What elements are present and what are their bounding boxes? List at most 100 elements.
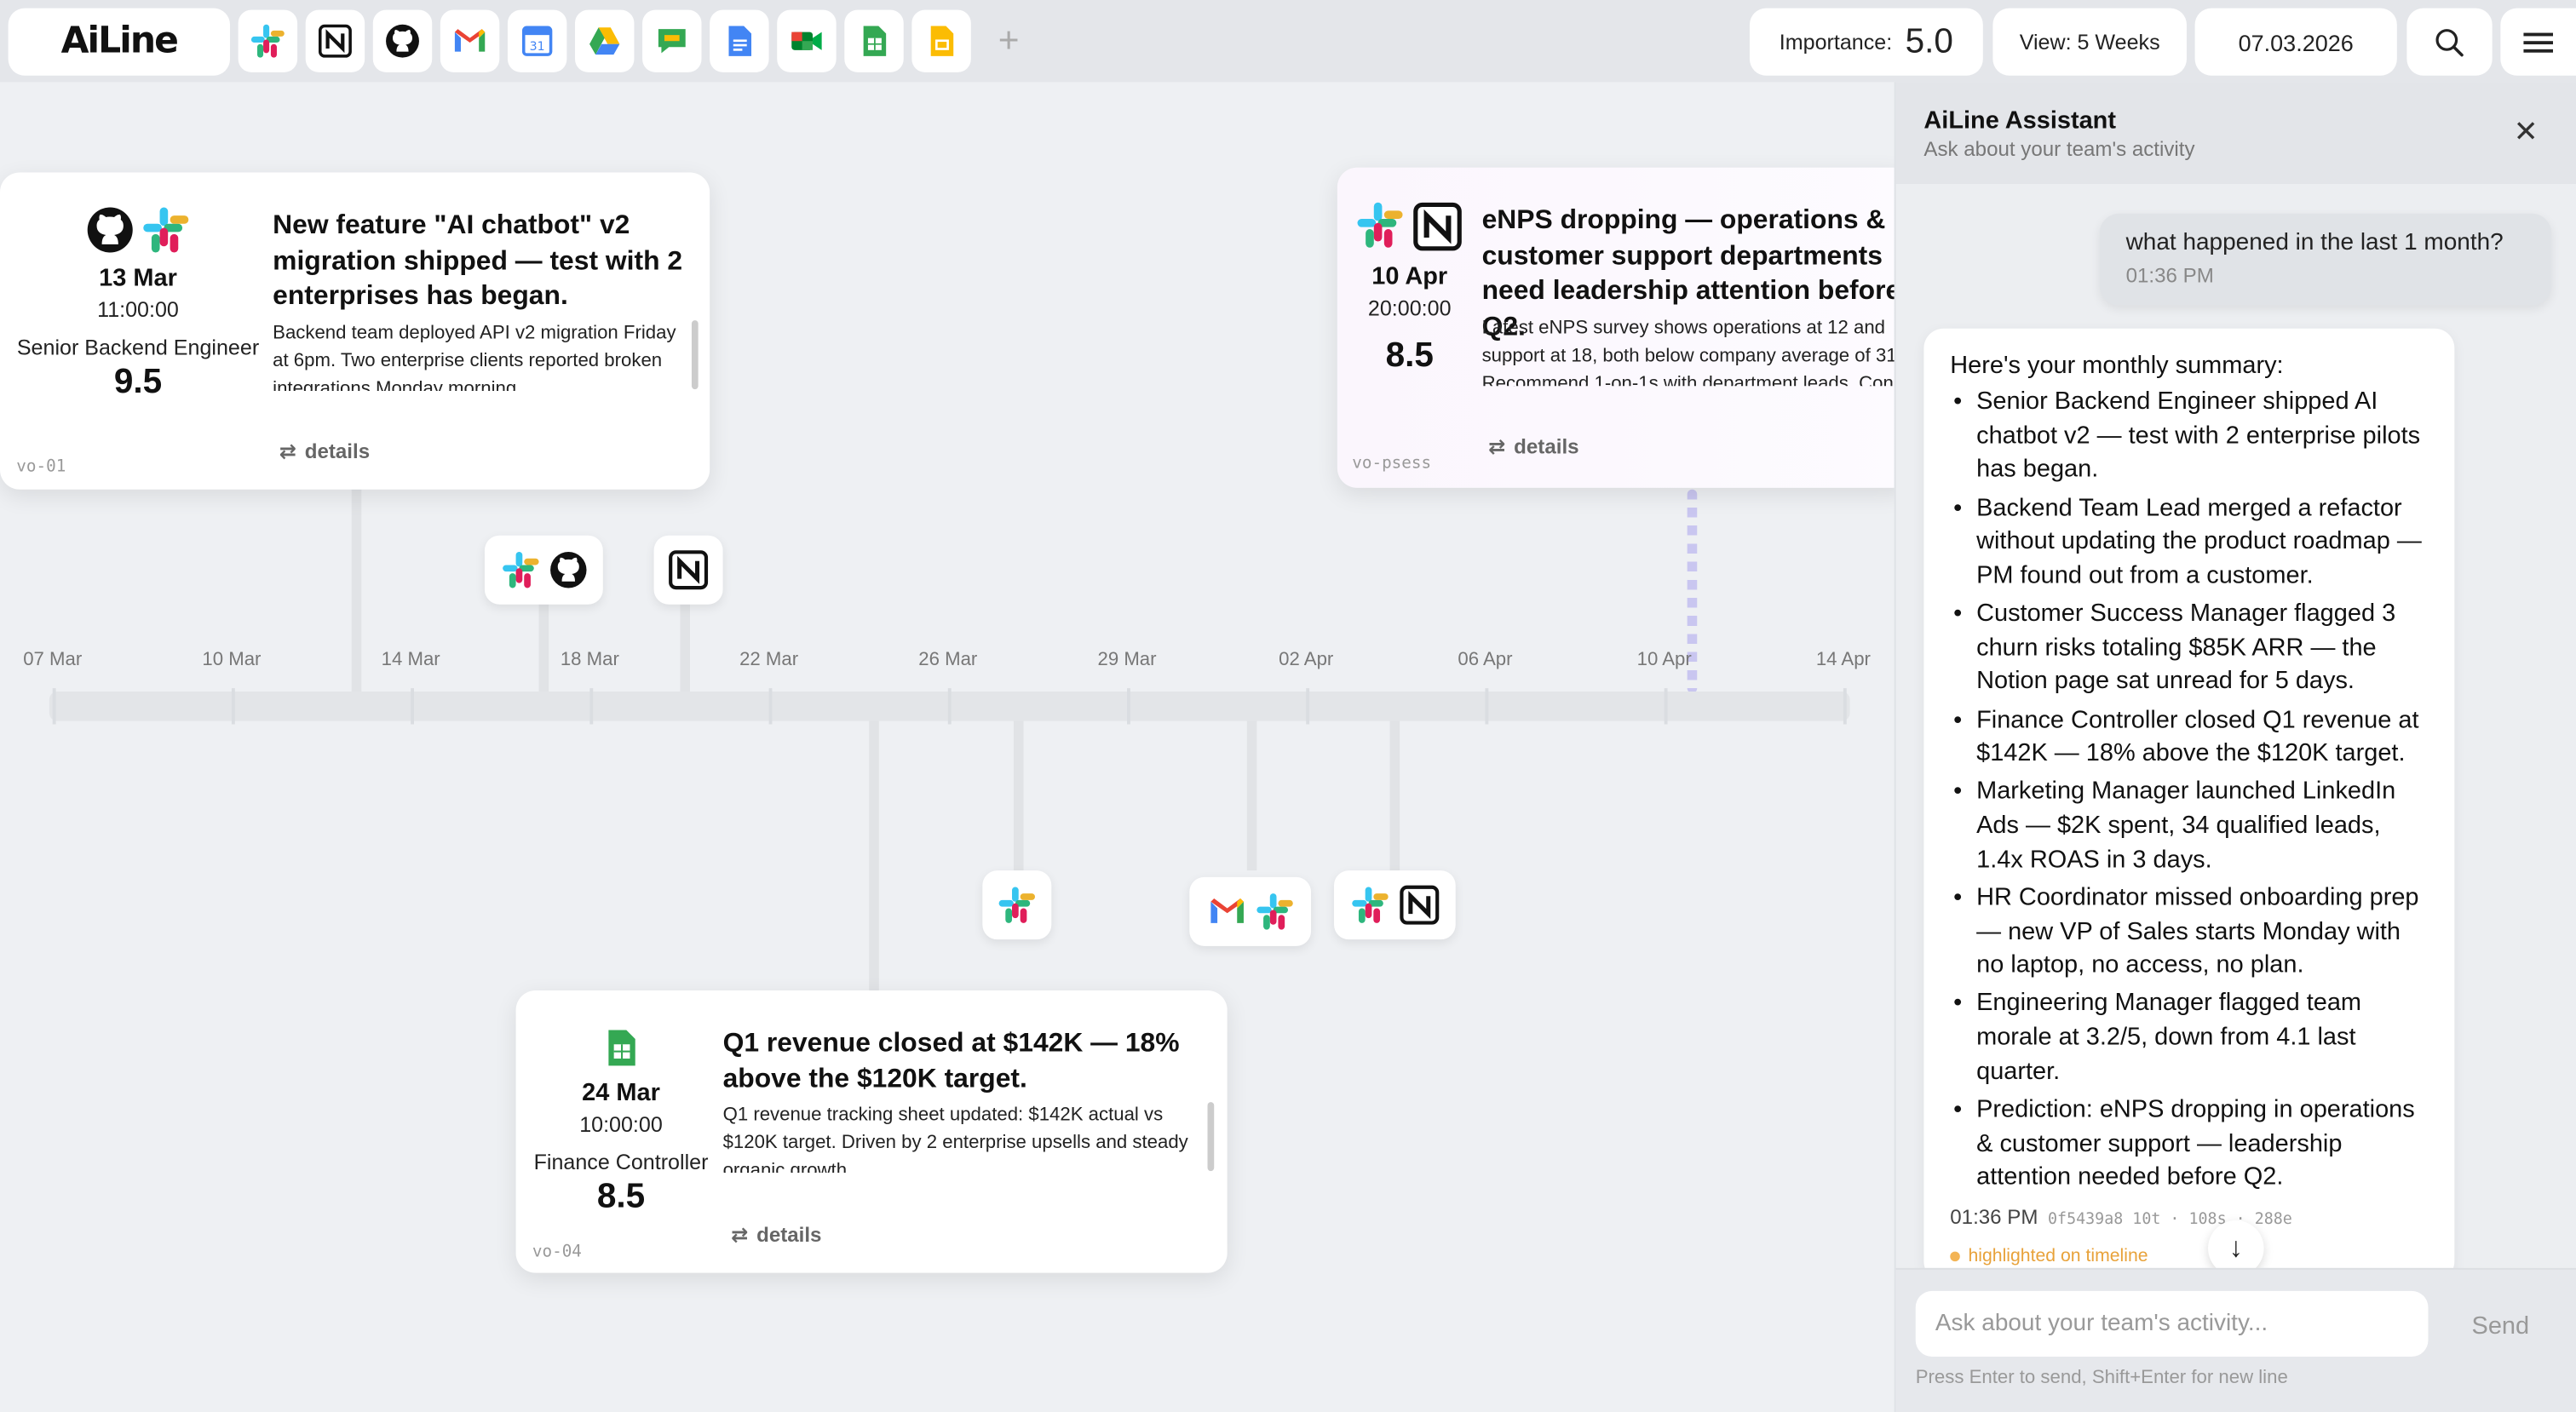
summary-item: Marketing Manager launched LinkedIn Ads … [1950,776,2428,878]
assistant-header: AiLine Assistant Ask about your team's a… [1895,82,2576,185]
card-role: Senior Backend Engineer [16,335,260,360]
app-logo[interactable]: AiLine [8,8,231,76]
notion-icon [1397,884,1440,927]
card-code: vo-psess [1352,455,1432,474]
slack-icon [143,207,189,253]
google-meet-icon[interactable] [777,9,837,72]
tick-mark [52,688,56,725]
card-meta: 13 Mar 11:00:00 Senior Backend Engineer … [7,205,270,402]
card-body: Backend team deployed API v2 migration F… [273,323,676,392]
slack-icon[interactable] [238,9,298,72]
summary-item: Finance Controller closed Q1 revenue at … [1950,703,2428,772]
event-card[interactable]: 13 Mar 11:00:00 Senior Backend Engineer … [0,172,710,490]
tick-label: 07 Mar [23,650,83,670]
card-date: 10 Apr [1371,262,1448,291]
user-message-text: what happened in the last 1 month? [2125,230,2504,256]
chat-input[interactable] [1915,1290,2429,1357]
assistant-panel: AiLine Assistant Ask about your team's a… [1894,82,2576,1412]
details-label: details [304,439,371,462]
card-role: Finance Controller [533,1150,709,1174]
tick-mark [231,688,235,725]
tick-label: 14 Mar [381,650,440,670]
timeline-stem [1246,719,1257,871]
card-scrollbar[interactable] [691,320,699,390]
highlight-indicator[interactable]: highlighted on timeline [1950,1247,2148,1266]
google-slides-icon[interactable] [911,9,971,72]
input-hint: Press Enter to send, Shift+Enter for new… [1915,1368,2288,1388]
search-button[interactable] [2406,8,2493,76]
event-card[interactable]: 24 Mar 10:00:00 Finance Controller 8.5 Q… [515,990,1228,1273]
details-button[interactable]: ⇄ details [1488,433,1578,458]
menu-button[interactable] [2500,8,2576,76]
card-scrollbar[interactable] [1207,1102,1215,1172]
details-label: details [1514,434,1579,458]
event-chip[interactable] [1189,876,1312,946]
tick-label: 18 Mar [560,650,619,670]
details-button[interactable]: ⇄ details [279,439,370,463]
google-chat-icon[interactable] [642,9,702,72]
tick-label: 22 Mar [739,650,799,670]
summary-item: Customer Success Manager flagged 3 churn… [1950,598,2428,700]
event-card-highlighted[interactable]: 10 Apr 20:00:00 8.5 eNPS dropping — oper… [1337,167,1912,488]
google-sheets-icon [608,1030,635,1066]
event-chip[interactable] [982,870,1052,940]
details-button[interactable]: ⇄ details [731,1222,821,1247]
card-score: 9.5 [113,363,163,401]
github-icon [87,207,133,253]
google-docs-icon[interactable] [710,9,769,72]
assistant-intro: Here's your monthly summary: [1950,351,2284,380]
github-icon[interactable] [372,9,433,72]
notion-icon [1412,200,1464,253]
timeline-stem [1389,719,1400,871]
notion-icon[interactable] [305,9,365,72]
arrow-down-icon: ↓ [2228,1231,2244,1264]
user-message-time: 01:36 PM [2125,264,2214,288]
google-drive-icon[interactable] [575,9,635,72]
tick-label: 29 Mar [1097,650,1157,670]
gmail-icon [1210,898,1243,923]
send-button[interactable]: Send [2447,1293,2555,1358]
notion-icon [667,548,710,591]
slack-icon [998,887,1036,923]
importance-filter[interactable]: Importance: 5.0 [1749,8,1983,76]
card-meta: 10 Apr 20:00:00 8.5 [1350,200,1469,376]
timeline-stem [869,719,879,992]
summary-item: Backend Team Lead merged a refactor with… [1950,492,2428,594]
assistant-footer: Send Press Enter to send, Shift+Enter fo… [1895,1267,2576,1412]
google-calendar-icon[interactable] [507,9,567,72]
add-app-button[interactable]: + [979,10,1038,72]
close-icon[interactable]: ✕ [2514,115,2539,150]
date-picker[interactable]: 07.03.2026 [2194,8,2397,76]
slack-icon [1357,202,1403,248]
event-chip[interactable] [1334,870,1456,940]
card-title: Q1 revenue closed at $142K — 18% above t… [722,1028,1180,1093]
tick-mark [768,688,773,725]
card-time: 20:00:00 [1367,296,1452,321]
event-chip[interactable] [484,535,603,605]
timeline-stem [351,489,362,693]
assistant-title: AiLine Assistant [1923,106,2116,135]
assistant-time: 01:36 PM [1950,1205,2038,1229]
tick-mark [589,688,594,725]
importance-value: 5.0 [1905,22,1953,60]
tick-mark [1485,688,1489,725]
app-launcher: + [238,9,1038,72]
swap-icon: ⇄ [731,1223,749,1247]
view-range-select[interactable]: View: 5 Weeks [1992,8,2187,76]
slack-icon [1351,887,1388,923]
card-code: vo-04 [532,1243,582,1262]
app-root: AiLine + Importance: 5.0 View: 5 Weeks 0… [0,0,2576,1412]
tick-mark [1843,688,1847,725]
assistant-message: Here's your monthly summary: Senior Back… [1923,328,2455,1282]
assistant-subtitle: Ask about your team's activity [1923,138,2195,162]
tick-label: 14 Apr [1815,650,1871,670]
card-title: New feature "AI chatbot" v2 migration sh… [273,210,683,311]
gmail-icon[interactable] [440,9,500,72]
search-icon [2435,28,2464,56]
event-chip[interactable] [653,535,723,605]
google-sheets-icon[interactable] [844,9,904,72]
tick-mark [1306,688,1310,725]
assistant-meta: 01:36 PM 0f5439a8 10t · 108s · 288e [1923,1206,2454,1229]
tick-label: 10 Apr [1636,650,1692,670]
tick-label: 02 Apr [1279,650,1334,670]
